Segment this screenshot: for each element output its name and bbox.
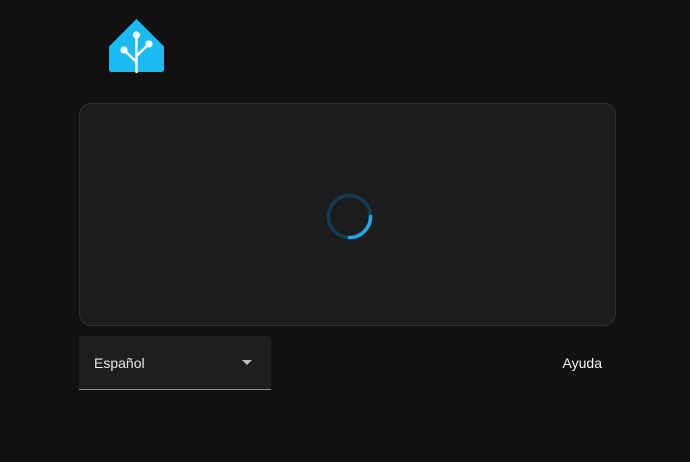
chevron-down-icon: [242, 360, 252, 366]
login-card: [79, 103, 616, 326]
home-assistant-logo-icon: [108, 18, 165, 73]
login-footer: Español Ayuda: [79, 336, 616, 390]
language-select[interactable]: Español: [79, 336, 271, 390]
loading-spinner-icon: [326, 193, 373, 240]
help-link[interactable]: Ayuda: [563, 354, 602, 372]
language-select-value: Español: [94, 355, 145, 371]
login-page: Español Ayuda: [0, 0, 690, 462]
